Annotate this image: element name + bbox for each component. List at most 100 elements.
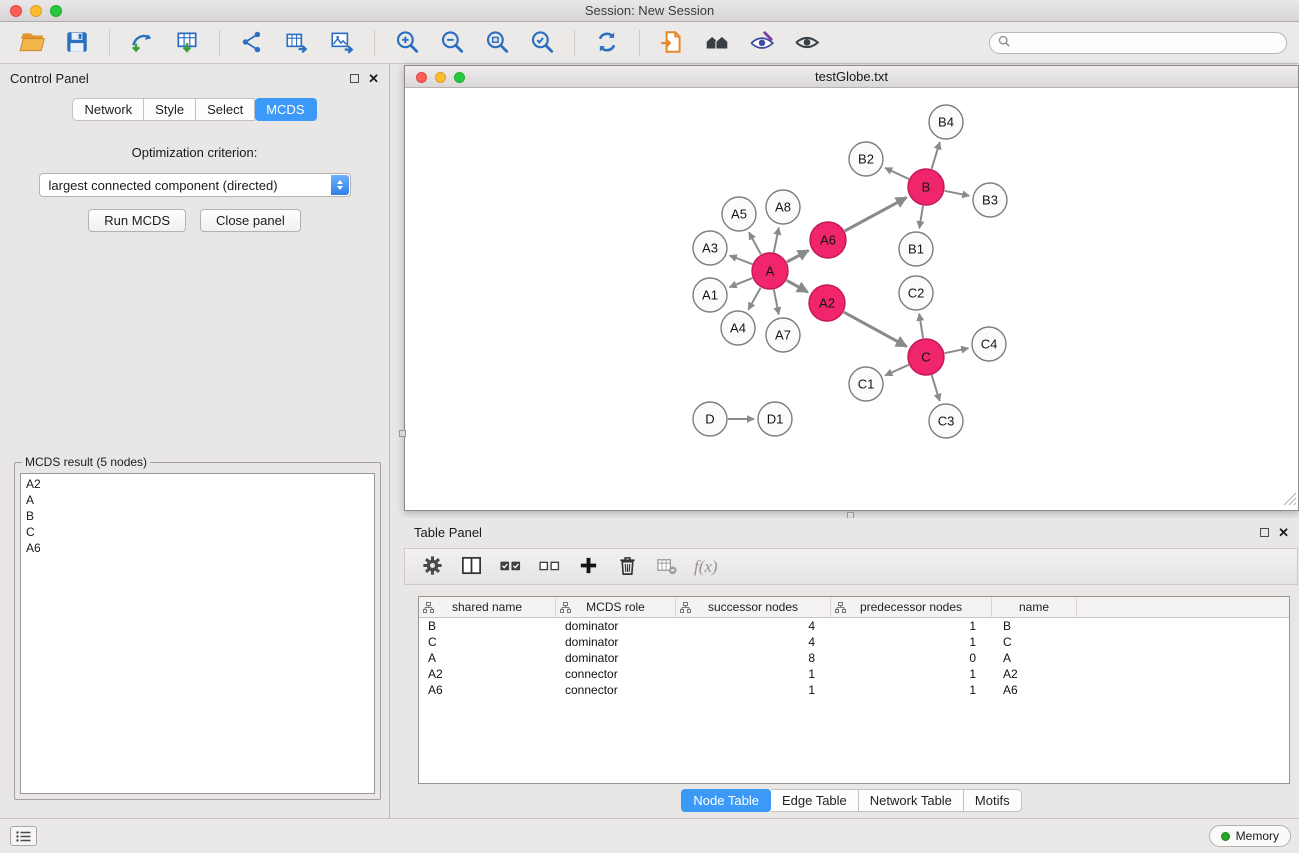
table-row[interactable]: A2connector11A2 [419,666,1289,682]
graph-node-A4[interactable]: A4 [721,311,755,345]
graph-edge-B-B1[interactable] [919,206,923,229]
show-hide-graphics-button[interactable] [787,27,827,59]
float-panel-icon[interactable] [1260,528,1269,537]
tab-select[interactable]: Select [196,98,255,121]
graph-edge-B-B2[interactable] [885,168,909,179]
table-row[interactable]: Adominator80A [419,650,1289,666]
pane-resize-handle[interactable] [399,430,406,437]
graph-edge-A-A8[interactable] [774,228,779,253]
graph-edge-A2-C[interactable] [844,312,907,346]
network-close-icon[interactable] [416,72,427,83]
close-panel-icon[interactable]: ✕ [1278,526,1289,539]
open-file-button[interactable] [12,27,52,59]
graph-node-A[interactable]: A [752,253,788,289]
network-maximize-icon[interactable] [454,72,465,83]
network-canvas[interactable]: AA1A2A3A4A5A6A7A8BB1B2B3B4CC1C2C3C4DD1 [405,88,1298,510]
tab-motifs[interactable]: Motifs [964,789,1022,812]
graph-edge-A-A7[interactable] [774,290,779,315]
apply-layout-button[interactable] [587,27,627,59]
show-columns-button[interactable] [460,554,483,580]
network-minimize-icon[interactable] [435,72,446,83]
delete-table-button[interactable] [655,554,678,580]
style-preview-button[interactable] [742,27,782,59]
tab-edge-table[interactable]: Edge Table [771,789,859,812]
table-row[interactable]: A6connector11A6 [419,682,1289,698]
zoom-out-button[interactable] [432,27,472,59]
graph-edge-B-B3[interactable] [945,191,970,196]
graph-node-C2[interactable]: C2 [899,276,933,310]
open-session-file-button[interactable] [652,27,692,59]
graph-node-A1[interactable]: A1 [693,278,727,312]
zoom-fit-button[interactable] [477,27,517,59]
minimize-window-icon[interactable] [30,5,42,17]
graph-node-A5[interactable]: A5 [722,197,756,231]
criterion-dropdown[interactable]: largest connected component (directed) [39,173,351,197]
mcds-result-item[interactable]: B [26,508,369,524]
mcds-result-item[interactable]: A [26,492,369,508]
tab-node-table[interactable]: Node Table [681,789,771,812]
tab-network[interactable]: Network [72,98,144,121]
import-network-button[interactable] [122,27,162,59]
graph-node-A2[interactable]: A2 [809,285,845,321]
graph-edge-A-A4[interactable] [748,288,760,310]
mcds-result-item[interactable]: A6 [26,540,369,556]
window-resize-grip[interactable] [1283,492,1297,509]
zoom-in-button[interactable] [387,27,427,59]
mcds-result-list[interactable]: A2ABCA6 [20,473,375,794]
graph-edge-C-C2[interactable] [919,314,923,339]
graph-node-A6[interactable]: A6 [810,222,846,258]
graph-node-D1[interactable]: D1 [758,402,792,436]
graph-node-C1[interactable]: C1 [849,367,883,401]
graph-node-C4[interactable]: C4 [972,327,1006,361]
column-header-successor-nodes[interactable]: successor nodes [676,597,831,617]
mcds-result-item[interactable]: C [26,524,369,540]
graph-node-C[interactable]: C [908,339,944,375]
graph-node-B4[interactable]: B4 [929,105,963,139]
export-image-button[interactable] [322,27,362,59]
tab-mcds[interactable]: MCDS [255,98,316,121]
memory-button[interactable]: Memory [1209,825,1291,847]
graph-node-B1[interactable]: B1 [899,232,933,266]
network-window-titlebar[interactable]: testGlobe.txt [405,66,1298,88]
graph-node-B[interactable]: B [908,169,944,205]
graph-node-B2[interactable]: B2 [849,142,883,176]
float-panel-icon[interactable] [350,74,359,83]
graph-edge-C-C4[interactable] [945,348,969,353]
run-mcds-button[interactable]: Run MCDS [88,209,186,232]
graph-edge-A6-B[interactable] [845,198,907,232]
graph-edge-A-A3[interactable] [730,256,753,265]
close-panel-button[interactable]: Close panel [200,209,301,232]
graph-edge-A-A2[interactable] [787,280,808,292]
graph-edge-A-A5[interactable] [749,232,761,254]
import-table-button[interactable] [167,27,207,59]
function-builder-button[interactable]: f(x) [694,557,718,577]
table-row[interactable]: Bdominator41B [419,618,1289,634]
graph-node-C3[interactable]: C3 [929,404,963,438]
maximize-window-icon[interactable] [50,5,62,17]
close-window-icon[interactable] [10,5,22,17]
graph-edge-C-C1[interactable] [885,365,909,376]
network-canvas-area[interactable]: AA1A2A3A4A5A6A7A8BB1B2B3B4CC1C2C3C4DD1 [405,88,1298,510]
add-column-button[interactable] [577,554,600,580]
graph-node-B3[interactable]: B3 [973,183,1007,217]
app-titlebar[interactable]: Session: New Session [0,0,1299,22]
deselect-all-button[interactable] [538,554,561,580]
search-input[interactable] [1016,36,1278,50]
table-row[interactable]: Cdominator41C [419,634,1289,650]
home-networks-button[interactable] [697,27,737,59]
column-header-predecessor-nodes[interactable]: predecessor nodes [831,597,992,617]
column-header-mcds-role[interactable]: MCDS role [556,597,676,617]
close-panel-icon[interactable]: ✕ [368,72,379,85]
graph-edge-A-A6[interactable] [787,250,809,262]
graph-edge-B-B4[interactable] [932,142,940,169]
search-field[interactable] [989,32,1287,54]
table-settings-button[interactable] [421,554,444,580]
mcds-result-item[interactable]: A2 [26,476,369,492]
zoom-selected-button[interactable] [522,27,562,59]
export-table-button[interactable] [277,27,317,59]
graph-node-A8[interactable]: A8 [766,190,800,224]
graph-edge-C-C3[interactable] [932,375,940,401]
column-header-name[interactable]: name [992,597,1077,617]
tab-network-table[interactable]: Network Table [859,789,964,812]
graph-node-A3[interactable]: A3 [693,231,727,265]
